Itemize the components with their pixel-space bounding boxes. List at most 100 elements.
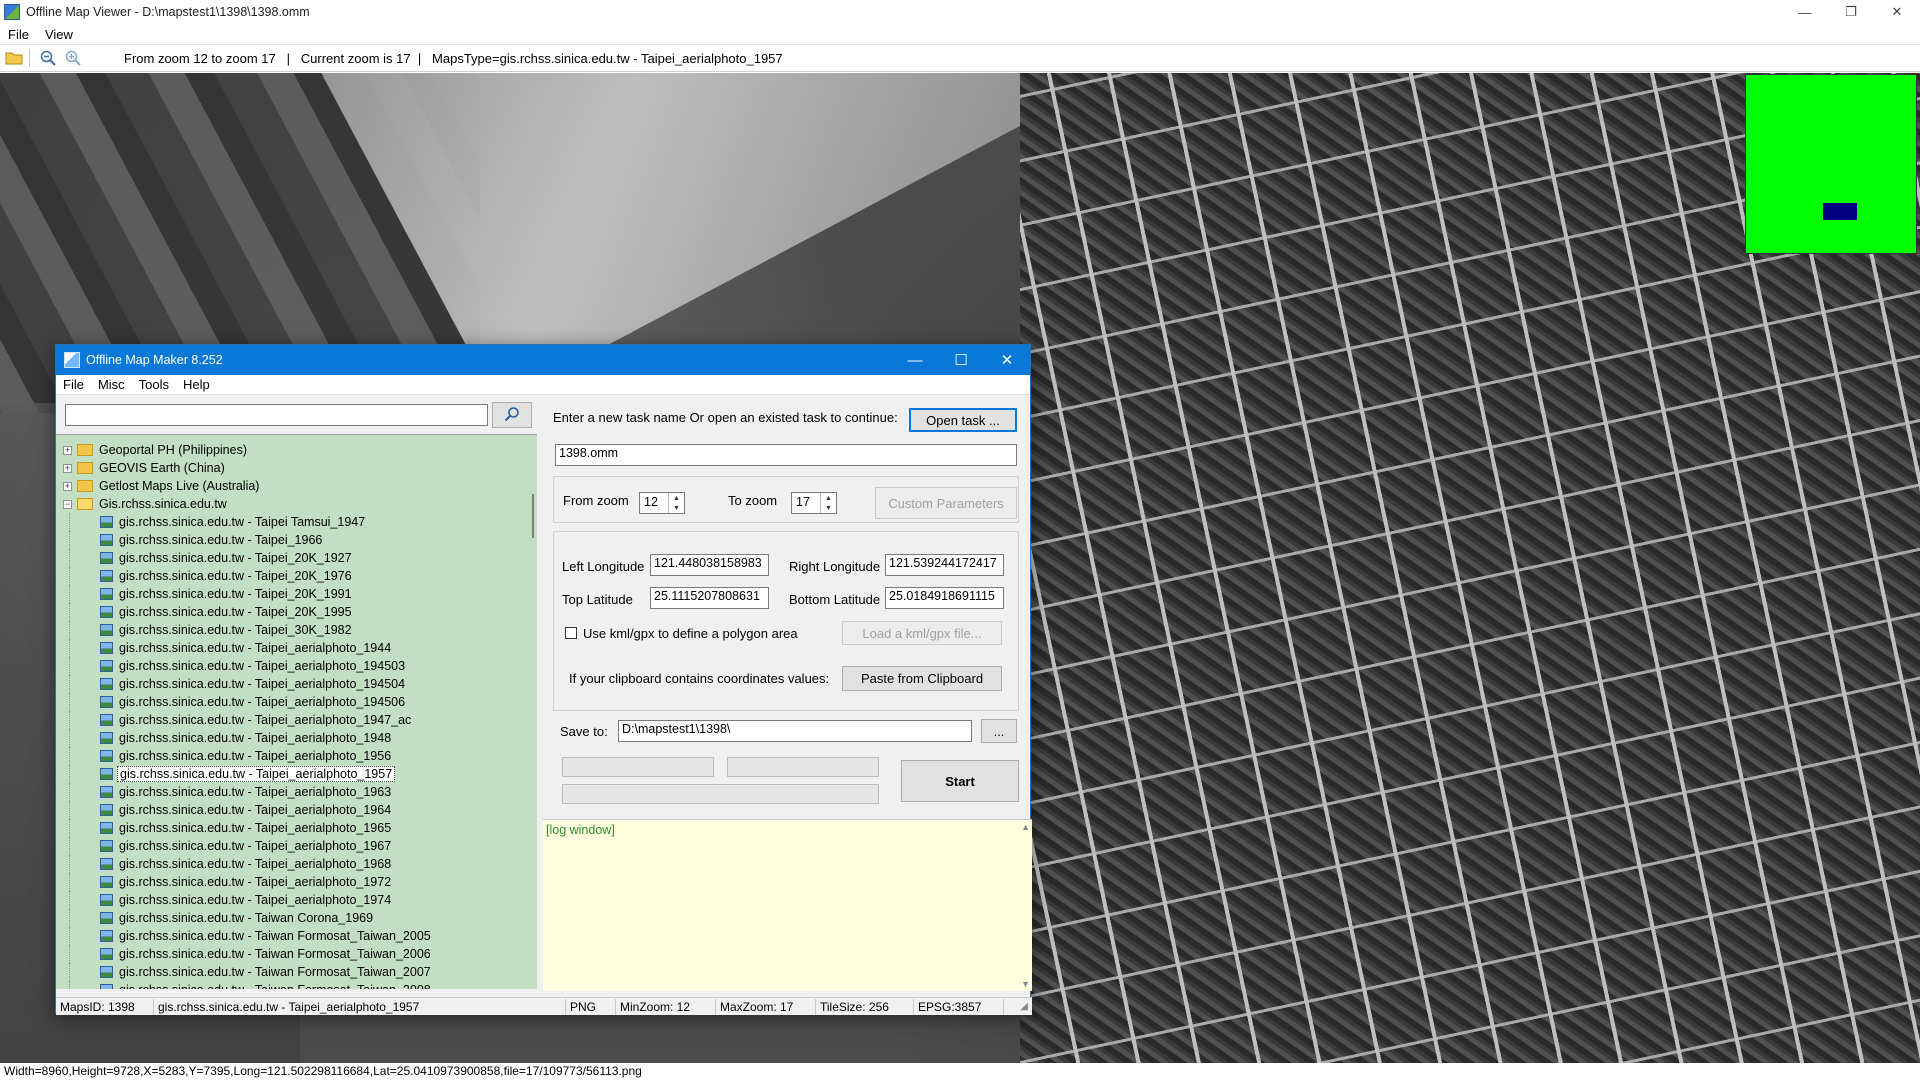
from-zoom-stepper[interactable]: 12 ▲ ▼ — [639, 492, 685, 514]
paste-clipboard-button[interactable]: Paste from Clipboard — [842, 666, 1002, 691]
tree-group-geoportal[interactable]: + Geoportal PH (Philippines) — [56, 441, 537, 459]
dialog-maximize-button[interactable]: ☐ — [938, 345, 984, 375]
resize-grip-icon[interactable]: ◢ — [1016, 999, 1032, 1015]
expand-plus-icon[interactable]: + — [63, 463, 72, 473]
menu-file[interactable]: File — [0, 27, 37, 42]
tree-map-item[interactable]: gis.rchss.sinica.edu.tw - Taiwan Formosa… — [56, 945, 537, 963]
left-longitude-field[interactable]: 121.448038158983 — [650, 554, 769, 576]
tree-group-geovis[interactable]: + GEOVIS Earth (China) — [56, 459, 537, 477]
tree-map-item[interactable]: gis.rchss.sinica.edu.tw - Taipei_aerialp… — [56, 837, 537, 855]
tree-map-item[interactable]: gis.rchss.sinica.edu.tw - Taipei_aerialp… — [56, 819, 537, 837]
task-name-field[interactable]: 1398.omm — [555, 444, 1017, 466]
zoom-out-icon[interactable] — [37, 47, 59, 69]
tree-map-item[interactable]: gis.rchss.sinica.edu.tw - Taipei_aerialp… — [56, 891, 537, 909]
right-longitude-field[interactable]: 121.539244172417 — [885, 554, 1004, 576]
pane-splitter[interactable] — [537, 434, 542, 989]
spin-up-icon[interactable]: ▲ — [669, 493, 684, 503]
map-layer-icon — [100, 570, 113, 582]
collapse-minus-icon[interactable]: − — [63, 499, 72, 509]
tree-map-item[interactable]: gis.rchss.sinica.edu.tw - Taipei_aerialp… — [56, 711, 537, 729]
dialog-menu-file[interactable]: File — [56, 377, 91, 392]
tree-map-item[interactable]: gis.rchss.sinica.edu.tw - Taipei_aerialp… — [56, 675, 537, 693]
log-window[interactable]: [log window] ▲ ▼ — [543, 819, 1032, 991]
right-longitude-label: Right Longitude — [789, 559, 881, 574]
browse-button[interactable]: ... — [981, 719, 1017, 743]
tree-map-item[interactable]: gis.rchss.sinica.edu.tw - Taiwan Formosa… — [56, 927, 537, 945]
tree-map-label: gis.rchss.sinica.edu.tw - Taipei_20K_192… — [119, 551, 352, 565]
dialog-menu-tools[interactable]: Tools — [132, 377, 176, 392]
tree-group-label: Geoportal PH (Philippines) — [99, 443, 247, 457]
viewer-status-bar: Width=8960,Height=9728,X=5283,Y=7395,Lon… — [0, 1063, 1920, 1080]
spin-down-icon[interactable]: ▼ — [669, 503, 684, 513]
expand-plus-icon[interactable]: + — [63, 445, 72, 455]
log-text: [log window] — [546, 823, 615, 837]
tree-map-item[interactable]: gis.rchss.sinica.edu.tw - Taipei_20K_199… — [56, 603, 537, 621]
map-search-input[interactable] — [65, 404, 488, 426]
load-kml-button[interactable]: Load a kml/gpx file... — [842, 621, 1002, 645]
spin-up-icon[interactable]: ▲ — [821, 493, 836, 503]
dialog-menu-help[interactable]: Help — [176, 377, 217, 392]
tree-connector-line — [69, 891, 70, 909]
dialog-titlebar[interactable]: Offline Map Maker 8.252 — ☐ ✕ — [56, 345, 1030, 375]
tree-map-item[interactable]: gis.rchss.sinica.edu.tw - Taipei_aerialp… — [56, 873, 537, 891]
viewer-menubar: File View — [0, 24, 1920, 44]
to-zoom-label: To zoom — [728, 493, 778, 508]
tree-map-item[interactable]: gis.rchss.sinica.edu.tw - Taipei_aerialp… — [56, 747, 537, 765]
tree-map-item[interactable]: gis.rchss.sinica.edu.tw - Taipei_aerialp… — [56, 801, 537, 819]
scroll-down-icon[interactable]: ▼ — [1021, 979, 1030, 989]
tree-group-getlost[interactable]: + Getlost Maps Live (Australia) — [56, 477, 537, 495]
bottom-latitude-field[interactable]: 25.0184918691115 — [885, 587, 1004, 609]
search-button[interactable] — [492, 402, 532, 428]
tree-map-item[interactable]: gis.rchss.sinica.edu.tw - Taiwan Formosa… — [56, 963, 537, 981]
dialog-menu-misc[interactable]: Misc — [91, 377, 132, 392]
tree-map-item[interactable]: gis.rchss.sinica.edu.tw - Taipei Tamsui_… — [56, 513, 537, 531]
minimize-button[interactable]: — — [1782, 0, 1828, 24]
open-folder-icon[interactable] — [3, 47, 25, 69]
to-zoom-value: 17 — [796, 495, 810, 509]
tree-map-label: gis.rchss.sinica.edu.tw - Taiwan Formosa… — [119, 947, 431, 961]
dialog-close-button[interactable]: ✕ — [984, 345, 1030, 375]
tree-group-gis-rchss[interactable]: − Gis.rchss.sinica.edu.tw — [56, 495, 537, 513]
top-latitude-field[interactable]: 25.1115207808631 — [650, 587, 769, 609]
tree-map-item[interactable]: gis.rchss.sinica.edu.tw - Taipei_aerialp… — [56, 693, 537, 711]
tree-group-label: GEOVIS Earth (China) — [99, 461, 225, 475]
tree-connector-line — [69, 963, 70, 981]
kml-checkbox[interactable] — [565, 627, 577, 639]
tree-map-item[interactable]: gis.rchss.sinica.edu.tw - Taipei_aerialp… — [56, 639, 537, 657]
tree-map-item[interactable]: gis.rchss.sinica.edu.tw - Taipei_aerialp… — [56, 729, 537, 747]
status-tile-size: TileSize: 256 — [816, 998, 914, 1015]
tree-group-label: Getlost Maps Live (Australia) — [99, 479, 260, 493]
map-layer-icon — [100, 516, 113, 528]
save-path-field[interactable]: D:\mapstest1\1398\ — [618, 720, 972, 742]
minimap-viewport[interactable] — [1823, 203, 1857, 220]
expand-plus-icon[interactable]: + — [63, 481, 72, 491]
start-button[interactable]: Start — [901, 760, 1019, 802]
tree-map-item[interactable]: gis.rchss.sinica.edu.tw - Taipei_1966 — [56, 531, 537, 549]
tree-map-item[interactable]: gis.rchss.sinica.edu.tw - Taiwan Formosa… — [56, 981, 537, 989]
tree-map-item[interactable]: gis.rchss.sinica.edu.tw - Taipei_aerialp… — [56, 765, 537, 783]
to-zoom-stepper[interactable]: 17 ▲ ▼ — [791, 492, 837, 514]
zoom-in-icon[interactable] — [62, 47, 84, 69]
tree-scroll-thumb[interactable] — [532, 494, 534, 538]
tree-map-item[interactable]: gis.rchss.sinica.edu.tw - Taipei_aerialp… — [56, 855, 537, 873]
scroll-up-icon[interactable]: ▲ — [1021, 822, 1030, 832]
tree-map-item[interactable]: gis.rchss.sinica.edu.tw - Taipei_30K_198… — [56, 621, 537, 639]
spin-down-icon[interactable]: ▼ — [821, 503, 836, 513]
dialog-minimize-button[interactable]: — — [892, 345, 938, 375]
map-type-tree[interactable]: + Geoportal PH (Philippines) + GEOVIS Ea… — [56, 434, 537, 989]
close-button[interactable]: ✕ — [1874, 0, 1920, 24]
tree-map-item[interactable]: gis.rchss.sinica.edu.tw - Taipei_aerialp… — [56, 657, 537, 675]
tree-connector-line — [69, 783, 70, 801]
tree-map-item[interactable]: gis.rchss.sinica.edu.tw - Taiwan Corona_… — [56, 909, 537, 927]
tree-map-item[interactable]: gis.rchss.sinica.edu.tw - Taipei_aerialp… — [56, 783, 537, 801]
tree-map-item[interactable]: gis.rchss.sinica.edu.tw - Taipei_20K_197… — [56, 567, 537, 585]
tree-scrollbar[interactable] — [529, 434, 537, 989]
tree-map-item[interactable]: gis.rchss.sinica.edu.tw - Taipei_20K_192… — [56, 549, 537, 567]
tree-map-item[interactable]: gis.rchss.sinica.edu.tw - Taipei_20K_199… — [56, 585, 537, 603]
custom-parameters-button[interactable]: Custom Parameters — [875, 487, 1017, 519]
menu-view[interactable]: View — [37, 27, 81, 42]
minimap[interactable] — [1745, 74, 1917, 254]
tree-connector-line — [69, 621, 70, 639]
maximize-button[interactable]: ❐ — [1828, 0, 1874, 24]
open-task-button[interactable]: Open task ... — [909, 408, 1017, 432]
